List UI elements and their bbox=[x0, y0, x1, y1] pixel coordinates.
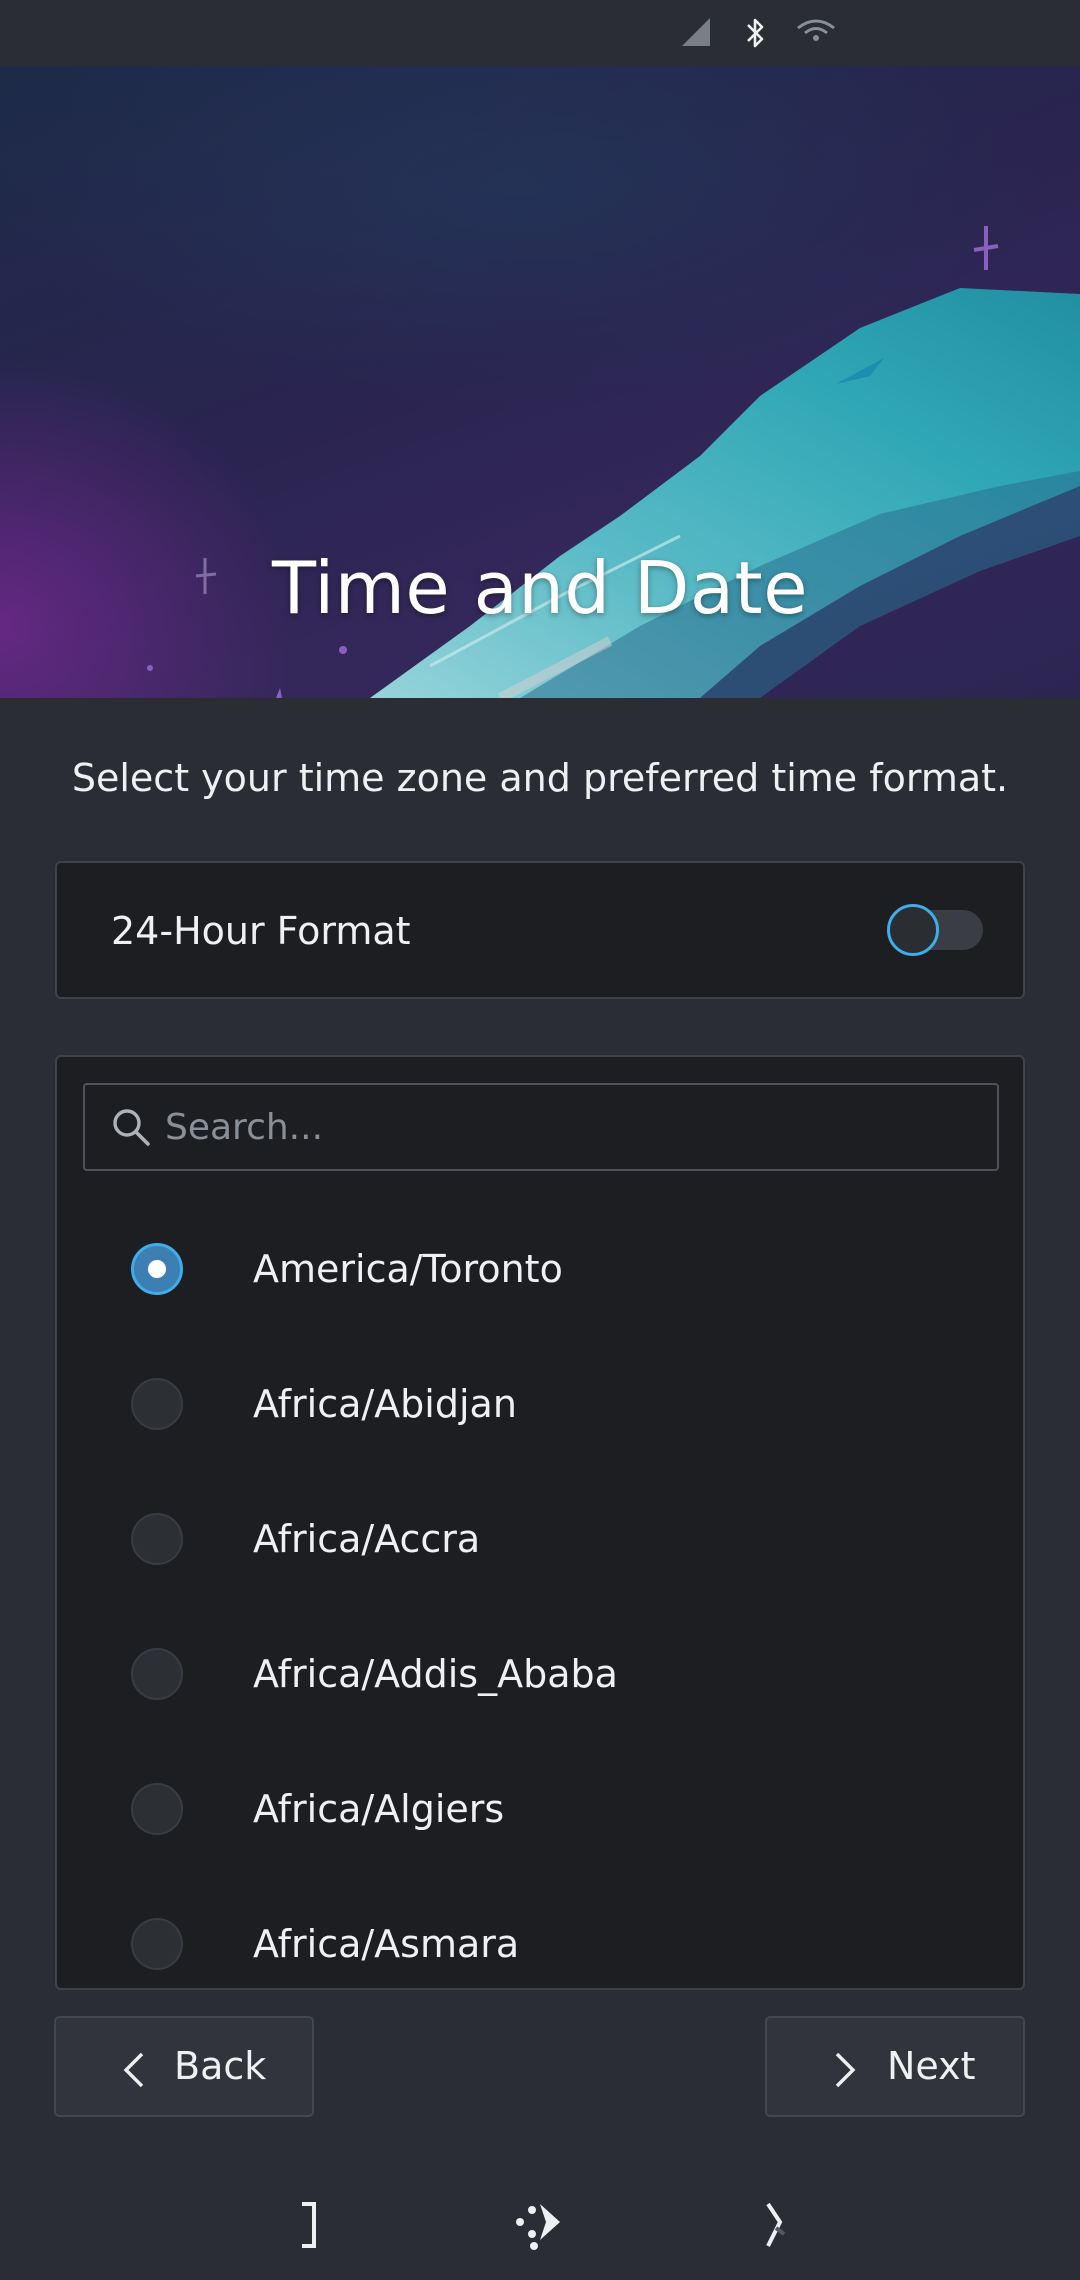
nav-recents-icon[interactable] bbox=[762, 2200, 792, 2254]
next-button-label: Next bbox=[887, 2044, 976, 2088]
search-box[interactable] bbox=[83, 1083, 999, 1171]
timezone-label: Africa/Asmara bbox=[253, 1922, 520, 1966]
timezone-item[interactable]: America/Toronto bbox=[57, 1207, 1023, 1342]
timezone-list: America/Toronto Africa/Abidjan Africa/Ac… bbox=[57, 1207, 1023, 1988]
back-button-label: Back bbox=[174, 2044, 267, 2088]
timezone-label: Africa/Algiers bbox=[253, 1787, 505, 1831]
timezone-radio[interactable] bbox=[131, 1783, 183, 1835]
page-title: Time and Date bbox=[271, 546, 809, 630]
header-banner: Time and Date bbox=[0, 66, 1080, 698]
timezone-card: America/Toronto Africa/Abidjan Africa/Ac… bbox=[55, 1055, 1025, 1990]
chevron-right-icon bbox=[833, 2052, 857, 2092]
time-format-card: 24-Hour Format bbox=[55, 861, 1025, 999]
wifi-icon bbox=[796, 16, 836, 50]
timezone-item[interactable]: Africa/Accra bbox=[57, 1477, 1023, 1612]
back-button[interactable]: Back bbox=[54, 2016, 314, 2117]
timezone-radio[interactable] bbox=[131, 1378, 183, 1430]
signal-icon bbox=[680, 16, 712, 52]
timezone-item[interactable]: Africa/Asmara bbox=[57, 1882, 1023, 1988]
page-subtitle: Select your time zone and preferred time… bbox=[71, 756, 1009, 800]
search-input[interactable] bbox=[163, 1099, 983, 1155]
timezone-radio[interactable] bbox=[131, 1918, 183, 1970]
search-icon bbox=[111, 1107, 151, 1151]
timezone-item[interactable]: Africa/Addis_Ababa bbox=[57, 1612, 1023, 1747]
timezone-radio[interactable] bbox=[131, 1243, 183, 1295]
timezone-radio[interactable] bbox=[131, 1648, 183, 1700]
nav-home-icon[interactable] bbox=[514, 2200, 564, 2254]
status-bar bbox=[0, 0, 1080, 66]
toggle-knob bbox=[887, 904, 939, 956]
timezone-label: America/Toronto bbox=[253, 1247, 563, 1291]
timezone-radio[interactable] bbox=[131, 1513, 183, 1565]
timezone-item[interactable]: Africa/Abidjan bbox=[57, 1342, 1023, 1477]
timezone-label: Africa/Addis_Ababa bbox=[253, 1652, 618, 1696]
bluetooth-icon bbox=[742, 16, 770, 54]
nav-back-icon[interactable] bbox=[296, 2200, 320, 2254]
time-format-toggle[interactable] bbox=[833, 904, 985, 956]
next-button[interactable]: Next bbox=[765, 2016, 1025, 2117]
timezone-label: Africa/Abidjan bbox=[253, 1382, 517, 1426]
system-nav-bar bbox=[0, 2160, 1080, 2280]
time-format-label: 24-Hour Format bbox=[111, 909, 411, 953]
timezone-label: Africa/Accra bbox=[253, 1517, 481, 1561]
chevron-left-icon bbox=[122, 2052, 146, 2092]
timezone-item[interactable]: Africa/Algiers bbox=[57, 1747, 1023, 1882]
